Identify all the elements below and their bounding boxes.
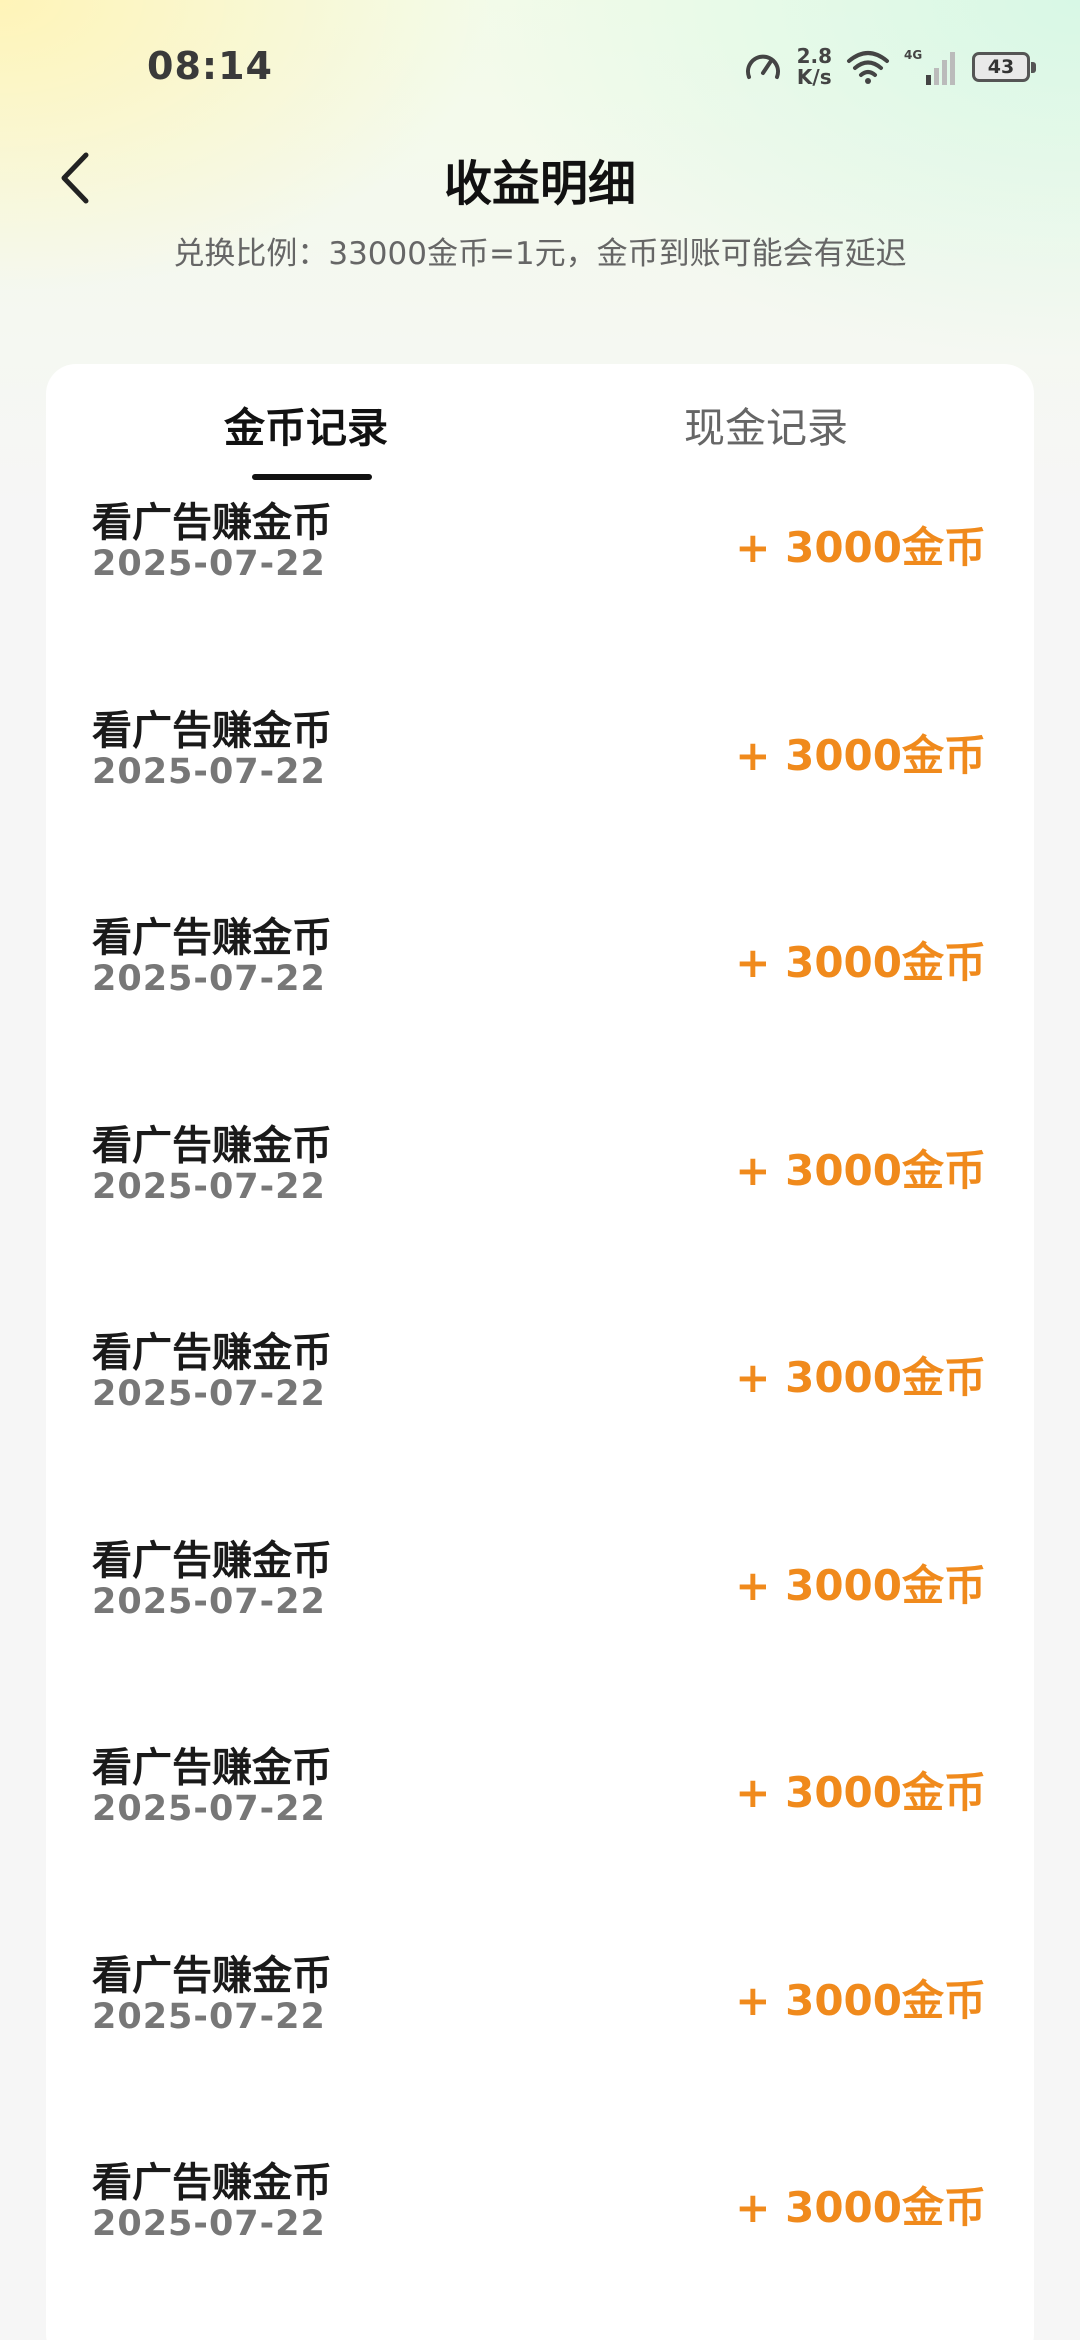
record-amount: + 3000金币 <box>735 1145 986 1195</box>
record-date: 2025-07-22 <box>92 1374 326 1414</box>
list-item: 看广告赚金币 2025-07-22 + 3000金币 <box>46 1943 1034 2151</box>
record-title: 看广告赚金币 <box>92 1330 332 1376</box>
record-amount: + 3000金币 <box>735 523 986 572</box>
record-date: 2025-07-22 <box>92 1166 326 1207</box>
network-speed: 2.8 K/s <box>797 46 832 88</box>
network-type-label: 4G <box>904 48 922 62</box>
list-item: 看广告赚金币 2025-07-22 + 3000金币 <box>46 1735 1034 1943</box>
list-item: 看广告赚金币 2025-07-22 + 3000金币 <box>46 1320 1034 1528</box>
records-card: 金币记录 现金记录 看广告赚金币 2025-07-22 + 3000金币 看广告… <box>46 364 1034 2340</box>
status-time: 08:14 <box>147 44 273 88</box>
network-speed-unit: K/s <box>796 65 832 89</box>
record-title: 看广告赚金币 <box>92 1745 332 1791</box>
record-title: 看广告赚金币 <box>92 1952 332 1999</box>
record-title: 看广告赚金币 <box>92 915 332 961</box>
record-amount: + 3000金币 <box>735 1353 986 1402</box>
status-icons: 2.8 K/s 4G 43 <box>743 42 1036 92</box>
record-amount: + 3000金币 <box>735 2183 986 2232</box>
record-title: 看广告赚金币 <box>92 2160 332 2206</box>
record-amount: + 3000金币 <box>735 1768 986 1817</box>
battery-level: 43 <box>987 56 1015 78</box>
list-item: 看广告赚金币 2025-07-22 + 3000金币 <box>46 1113 1034 1321</box>
battery-icon: 43 <box>972 52 1036 82</box>
record-amount: + 3000金币 <box>735 1560 986 1610</box>
list-item: 看广告赚金币 2025-07-22 + 3000金币 <box>46 2150 1034 2340</box>
tab-bar: 金币记录 现金记录 <box>46 364 1034 482</box>
status-bar: 08:14 2.8 K/s 4G 43 <box>0 0 1080 130</box>
list-item: 看广告赚金币 2025-07-22 + 3000金币 <box>46 1528 1034 1736</box>
wifi-icon <box>846 49 890 85</box>
coin-record-list: 看广告赚金币 2025-07-22 + 3000金币 看广告赚金币 2025-0… <box>46 490 1034 2340</box>
cellular-signal-icon: 4G <box>904 47 958 87</box>
exchange-rate-note: 兑换比例：33000金币=1元，金币到账可能会有延迟 <box>173 236 907 272</box>
record-amount: + 3000金币 <box>735 1975 986 2025</box>
record-title: 看广告赚金币 <box>92 500 332 546</box>
record-date: 2025-07-22 <box>92 1789 326 1829</box>
record-date: 2025-07-22 <box>92 1996 326 2037</box>
tab-coin-records[interactable]: 金币记录 <box>224 394 388 454</box>
list-item: 看广告赚金币 2025-07-22 + 3000金币 <box>46 698 1034 906</box>
network-speed-value: 2.8 <box>796 44 832 68</box>
speedometer-icon <box>743 47 783 87</box>
record-date: 2025-07-22 <box>92 751 326 792</box>
tab-cash-records[interactable]: 现金记录 <box>684 394 848 454</box>
record-amount: + 3000金币 <box>735 730 986 780</box>
active-tab-indicator <box>252 474 372 480</box>
record-date: 2025-07-22 <box>92 2204 326 2244</box>
record-date: 2025-07-22 <box>92 544 326 584</box>
list-item: 看广告赚金币 2025-07-22 + 3000金币 <box>46 490 1034 698</box>
list-item: 看广告赚金币 2025-07-22 + 3000金币 <box>46 905 1034 1113</box>
record-title: 看广告赚金币 <box>92 707 332 754</box>
record-date: 2025-07-22 <box>92 1581 326 1622</box>
page-title: 收益明细 <box>443 156 636 212</box>
record-amount: + 3000金币 <box>735 938 986 987</box>
record-title: 看广告赚金币 <box>92 1122 332 1169</box>
record-date: 2025-07-22 <box>92 959 326 999</box>
record-title: 看广告赚金币 <box>92 1537 332 1584</box>
